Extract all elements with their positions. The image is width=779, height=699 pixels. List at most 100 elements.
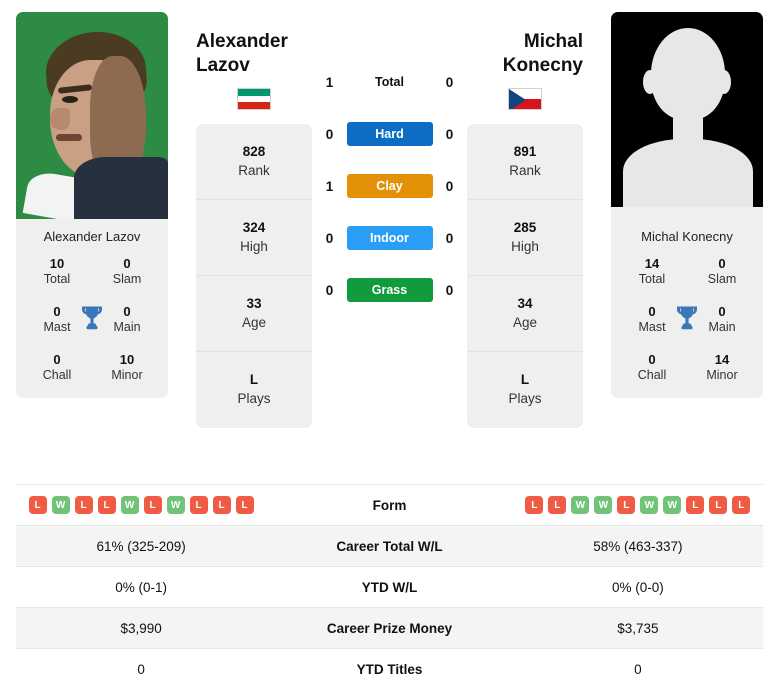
form-badge-l: L [548, 496, 567, 514]
comparison-header: Alexander Lazov 10 Total 0 Slam 0 Mast 0… [0, 0, 779, 470]
left-ytd-wl: 0% (0-1) [115, 579, 167, 595]
form-badge-l: L [143, 496, 162, 514]
left-player-stats-column: Alexander Lazov 828 Rank 324 High 33 Age… [196, 12, 312, 428]
form-badge-w: W [51, 496, 70, 514]
form-badge-l: L [617, 496, 636, 514]
left-player-name: Alexander Lazov [196, 31, 288, 76]
comparison-table: LWLLWLWLLL Form LLWWLWWLLL 61% (325-209)… [16, 484, 763, 690]
h2h-row-hard: 0 Hard 0 [312, 122, 467, 146]
left-stat-card: 828 Rank 324 High 33 Age L Plays [196, 124, 312, 428]
right-titles-minor: 14 Minor [706, 352, 738, 382]
czech-republic-flag-icon [508, 88, 542, 110]
form-badge-w: W [594, 496, 613, 514]
right-career-prize-money: $3,735 [617, 620, 659, 636]
form-badge-l: L [235, 496, 254, 514]
h2h-row-indoor: 0 Indoor 0 [312, 226, 467, 250]
right-stat-plays: L Plays [508, 372, 542, 406]
h2h-row-clay: 1 Clay 0 [312, 174, 467, 198]
right-player-stats-column: Michal Konecny 891 Rank 285 High 34 Age … [467, 12, 583, 428]
right-stat-age: 34 Age [467, 276, 583, 352]
row-label-ytd-wl: YTD W/L [361, 579, 418, 595]
bulgaria-flag-icon [237, 88, 271, 110]
right-form-cell: LLWWLWWLLL [513, 485, 763, 526]
table-row-ytd-titles: 0 YTD Titles 0 [16, 648, 763, 690]
h2h-total-right-score: 0 [445, 74, 454, 90]
right-player-photo[interactable] [611, 12, 763, 219]
form-badge-l: L [212, 496, 231, 514]
left-stat-plays: L Plays [237, 372, 271, 406]
table-row-form: LWLLWLWLLL Form LLWWLWWLLL [16, 484, 763, 526]
right-titles-player-name: Michal Konecny [641, 229, 733, 244]
h2h-row-grass: 0 Grass 0 [312, 278, 467, 302]
left-player-photo[interactable] [16, 12, 168, 219]
h2h-clay-label[interactable]: Clay [346, 174, 433, 198]
right-ytd-titles: 0 [634, 661, 642, 677]
trophy-icon [80, 305, 104, 336]
left-stat-high: 324 High [196, 200, 312, 276]
right-player-profile: Michal Konecny 14 Total 0 Slam 0 Mast 0 … [611, 12, 763, 398]
form-badge-l: L [732, 496, 751, 514]
form-badge-l: L [686, 496, 705, 514]
left-player-profile: Alexander Lazov 10 Total 0 Slam 0 Mast 0… [16, 12, 168, 398]
right-stat-high: 285 High [467, 200, 583, 276]
left-stat-age: 33 Age [196, 276, 312, 352]
h2h-total-left-score: 1 [325, 74, 334, 90]
h2h-hard-right-score: 0 [445, 126, 454, 142]
right-titles-slam: 0 Slam [707, 256, 737, 286]
form-badge-w: W [166, 496, 185, 514]
left-titles-total: 10 Total [43, 256, 71, 286]
right-stat-rank: 891 Rank [467, 124, 583, 200]
right-form-strip: LLWWLWWLLL [513, 496, 763, 514]
left-career-prize-money: $3,990 [120, 620, 162, 636]
h2h-indoor-label[interactable]: Indoor [346, 226, 433, 250]
h2h-grass-left-score: 0 [325, 282, 334, 298]
h2h-hard-left-score: 0 [325, 126, 334, 142]
trophy-icon [675, 305, 699, 336]
h2h-clay-right-score: 0 [445, 178, 454, 194]
form-badge-l: L [525, 496, 544, 514]
left-career-total-wl: 61% (325-209) [96, 538, 186, 554]
h2h-grass-right-score: 0 [445, 282, 454, 298]
h2h-indoor-left-score: 0 [325, 230, 334, 246]
h2h-total-label: Total [375, 75, 404, 89]
form-badge-w: W [663, 496, 682, 514]
left-titles-slam: 0 Slam [112, 256, 142, 286]
right-ytd-wl: 0% (0-0) [611, 579, 664, 595]
table-row-ytd-wl: 0% (0-1) YTD W/L 0% (0-0) [16, 566, 763, 608]
left-titles-player-name: Alexander Lazov [43, 229, 141, 244]
left-titles-grid: 10 Total 0 Slam 0 Mast 0 Main 0 Chall 10… [22, 256, 162, 384]
left-titles-chall: 0 Chall [42, 352, 72, 382]
right-titles-chall: 0 Chall [637, 352, 667, 382]
form-badge-l: L [74, 496, 93, 514]
right-career-total-wl: 58% (463-337) [593, 538, 683, 554]
table-row-career-total-wl: 61% (325-209) Career Total W/L 58% (463-… [16, 525, 763, 567]
head-to-head-column: 1 Total 0 0 Hard 0 1 Clay 0 0 Indoor 0 0 [312, 12, 467, 302]
row-label-career-total-wl: Career Total W/L [336, 538, 443, 554]
form-badge-w: W [640, 496, 659, 514]
table-row-career-prize-money: $3,990 Career Prize Money $3,735 [16, 607, 763, 649]
form-badge-l: L [709, 496, 728, 514]
row-label-career-prize-money: Career Prize Money [326, 620, 453, 636]
h2h-indoor-right-score: 0 [445, 230, 454, 246]
h2h-clay-left-score: 1 [325, 178, 334, 194]
player-comparison-page: Alexander Lazov 10 Total 0 Slam 0 Mast 0… [0, 0, 779, 699]
left-ytd-titles: 0 [137, 661, 145, 677]
left-form-cell: LWLLWLWLLL [16, 485, 266, 526]
h2h-hard-label[interactable]: Hard [346, 122, 433, 146]
form-badge-w: W [120, 496, 139, 514]
left-titles-minor: 10 Minor [111, 352, 143, 382]
h2h-grass-label[interactable]: Grass [346, 278, 433, 302]
right-titles-card: Michal Konecny 14 Total 0 Slam 0 Mast 0 … [611, 219, 763, 398]
right-player-name: Michal Konecny [502, 31, 583, 76]
form-badge-w: W [571, 496, 590, 514]
left-stat-rank: 828 Rank [196, 124, 312, 200]
left-form-strip: LWLLWLWLLL [16, 496, 266, 514]
right-titles-grid: 14 Total 0 Slam 0 Mast 0 Main 0 Chall 14… [617, 256, 757, 384]
form-badge-l: L [97, 496, 116, 514]
right-titles-total: 14 Total [638, 256, 666, 286]
row-label-form: Form [372, 497, 407, 513]
row-label-ytd-titles: YTD Titles [356, 661, 423, 677]
left-titles-card: Alexander Lazov 10 Total 0 Slam 0 Mast 0… [16, 219, 168, 398]
h2h-row-total: 1 Total 0 [312, 70, 467, 94]
form-badge-l: L [28, 496, 47, 514]
